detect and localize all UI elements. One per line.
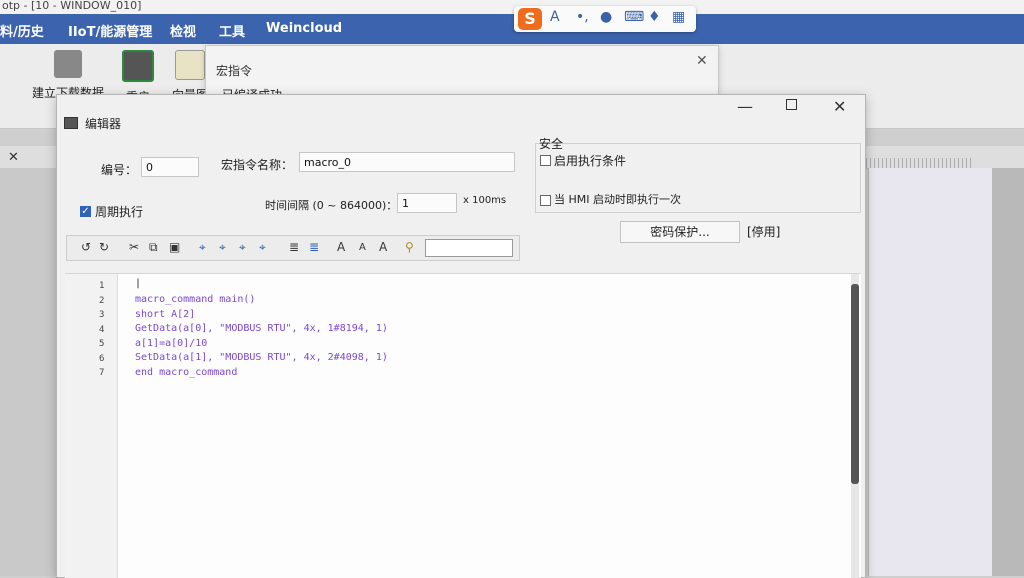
copy-icon[interactable]: ⧉: [149, 240, 158, 255]
code-line: end macro_command: [135, 367, 238, 378]
line-number: 1: [99, 281, 105, 291]
vector-graphics-icon: [175, 50, 205, 80]
line-number: 3: [99, 310, 105, 320]
keyboard-icon[interactable]: ⌨: [624, 9, 644, 25]
design-canvas[interactable]: [868, 168, 993, 576]
code-editor[interactable]: 1 2 3 4 5 6 7 | macro_command main() sho…: [65, 273, 861, 578]
code-line: a[1]=a[0]/10: [135, 338, 208, 349]
ime-punct-icon[interactable]: •,: [576, 9, 589, 25]
shirt-icon[interactable]: ♦: [648, 9, 661, 25]
run-once-checkbox[interactable]: [540, 195, 551, 206]
line-number: 2: [99, 296, 105, 306]
security-label: 安全: [539, 137, 564, 151]
cut-icon[interactable]: ✂: [129, 240, 139, 254]
find-input[interactable]: [425, 239, 513, 257]
mic-icon[interactable]: ●: [600, 9, 612, 25]
bookmark-prev-icon[interactable]: ⌖: [239, 240, 246, 255]
enable-condition-checkbox[interactable]: [540, 155, 551, 166]
code-line: macro_command main(): [135, 294, 256, 305]
menu-item-view[interactable]: 检视: [170, 21, 196, 40]
ruler: [866, 158, 972, 168]
app-title-bar: otp - [10 - WINDOW_010]: [0, 0, 1024, 14]
window-icon: [64, 117, 78, 129]
bookmark-next-icon[interactable]: ⌖: [219, 240, 226, 255]
run-once-label: 当 HMI 启动时即执行一次: [554, 193, 681, 206]
redo-icon[interactable]: ↻: [99, 240, 109, 254]
line-number: 7: [99, 368, 105, 378]
menu-item-iiot[interactable]: IIoT/能源管理: [68, 21, 152, 40]
id-field[interactable]: 0: [141, 157, 199, 177]
menu-item-data-history[interactable]: 料/历史: [0, 21, 44, 40]
close-icon[interactable]: ✕: [8, 150, 19, 165]
interval-unit: x 100ms: [463, 195, 507, 206]
periodic-checkbox[interactable]: ✓: [80, 206, 91, 217]
search-icon[interactable]: ⚲: [405, 240, 414, 254]
font-decrease-icon[interactable]: A: [359, 242, 366, 253]
menu-item-tools[interactable]: 工具: [219, 21, 245, 40]
periodic-label: 周期执行: [95, 205, 144, 219]
disabled-label: [停用]: [747, 225, 781, 239]
line-number: 6: [99, 354, 105, 364]
scrollbar-thumb[interactable]: [851, 284, 859, 484]
bookmark-clear-icon[interactable]: ⌖: [259, 240, 266, 255]
workspace-right: [992, 168, 1024, 576]
interval-field[interactable]: 1: [397, 193, 457, 213]
indent-icon[interactable]: ≣: [289, 240, 299, 254]
id-label: 编号：: [101, 163, 138, 177]
code-line: SetData(a[1], "MODBUS RTU", 4x, 2#4098, …: [135, 352, 388, 363]
paste-icon[interactable]: ▣: [169, 240, 180, 254]
close-icon[interactable]: ✕: [696, 53, 708, 69]
restart-icon: [122, 50, 154, 82]
minimize-icon[interactable]: —: [737, 97, 753, 116]
code-line: GetData(a[0], "MODBUS RTU", 4x, 1#8194, …: [135, 323, 388, 334]
macro-name-field[interactable]: macro_0: [299, 152, 515, 172]
outdent-icon[interactable]: ≣: [309, 240, 319, 254]
line-number: 5: [99, 339, 105, 349]
line-number: 4: [99, 325, 105, 335]
ime-mode-icon[interactable]: A: [550, 9, 560, 25]
password-protect-button[interactable]: 密码保护...: [620, 221, 740, 243]
font-increase-icon[interactable]: A: [337, 240, 345, 254]
line-number-gutter: [65, 274, 118, 578]
maximize-icon[interactable]: [786, 99, 797, 110]
menu-bar: 料/历史 IIoT/能源管理 检视 工具 Weincloud: [0, 14, 1024, 44]
editor-window: 编辑器 — ✕ 编号： 0 宏指令名称： macro_0 安全 启用执行条件 ✓…: [56, 94, 866, 578]
undo-icon[interactable]: ↺: [81, 240, 91, 254]
code-line: |: [135, 278, 142, 289]
bookmark-toggle-icon[interactable]: ⌖: [199, 240, 206, 255]
editor-toolbar: ↺ ↻ ✂ ⧉ ▣ ⌖ ⌖ ⌖ ⌖ ≣ ≣ A A A ⚲: [66, 235, 520, 261]
editor-title: 编辑器: [85, 117, 122, 131]
ime-toolbar: S A •, ● ⌨ ♦ ▦: [514, 6, 696, 32]
sd-card-icon: [54, 50, 82, 78]
menu-item-weincloud[interactable]: Weincloud: [266, 21, 342, 36]
workspace-left: [0, 168, 60, 576]
interval-label: 时间间隔 (0 ~ 864000)：: [265, 199, 398, 212]
ime-logo-icon[interactable]: S: [518, 8, 542, 30]
macro-dialog-title: 宏指令: [216, 64, 253, 78]
code-line: short A[2]: [135, 309, 196, 320]
enable-condition-label: 启用执行条件: [554, 154, 627, 168]
macro-name-label: 宏指令名称：: [221, 158, 294, 172]
grid-icon[interactable]: ▦: [672, 9, 685, 25]
close-icon[interactable]: ✕: [833, 97, 846, 116]
font-reset-icon[interactable]: A: [379, 240, 387, 254]
